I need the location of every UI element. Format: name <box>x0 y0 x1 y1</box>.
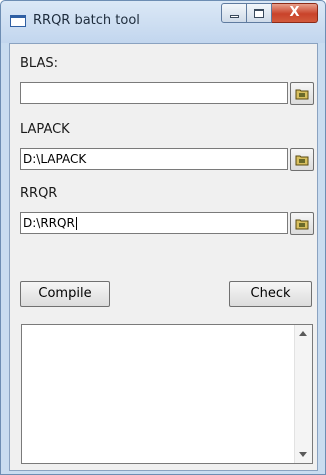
blas-path-input[interactable] <box>20 82 288 104</box>
maximize-button[interactable] <box>247 3 272 23</box>
maximize-icon <box>254 9 264 18</box>
vertical-scrollbar[interactable] <box>294 325 312 463</box>
title-bar[interactable]: RRQR batch tool X <box>1 1 325 43</box>
rrqr-path-input[interactable]: D:\RRQR <box>20 212 288 234</box>
check-button[interactable]: Check <box>229 281 312 307</box>
blas-browse-button[interactable] <box>290 82 314 105</box>
blas-label: BLAS: <box>20 56 58 71</box>
rrqr-label: RRQR <box>20 186 58 201</box>
scroll-down-icon[interactable] <box>299 452 307 457</box>
scroll-up-icon[interactable] <box>299 331 307 336</box>
minimize-button[interactable] <box>221 3 247 23</box>
compile-button[interactable]: Compile <box>20 281 110 307</box>
lapack-label: LAPACK <box>20 122 70 137</box>
window-icon <box>10 15 26 27</box>
minimize-icon <box>230 15 239 18</box>
close-button[interactable]: X <box>272 3 318 23</box>
text-caret <box>75 217 77 230</box>
lapack-path-input[interactable]: D:\LAPACK <box>20 148 288 170</box>
rrqr-browse-button[interactable] <box>290 212 314 235</box>
folder-icon <box>295 155 309 166</box>
close-icon: X <box>289 5 300 20</box>
lapack-browse-button[interactable] <box>290 148 314 171</box>
folder-icon <box>295 219 309 230</box>
window-title: RRQR batch tool <box>33 13 140 28</box>
rrqr-path-value: D:\RRQR <box>23 216 75 230</box>
client-area: BLAS: LAPACK D:\LAPACK RRQR D:\RRQR Comp… <box>9 43 318 471</box>
app-window: RRQR batch tool X BLAS: LAPACK D:\LAPACK <box>0 0 326 475</box>
caption-buttons: X <box>221 3 321 25</box>
output-textarea[interactable] <box>21 324 313 464</box>
folder-icon <box>295 89 309 100</box>
